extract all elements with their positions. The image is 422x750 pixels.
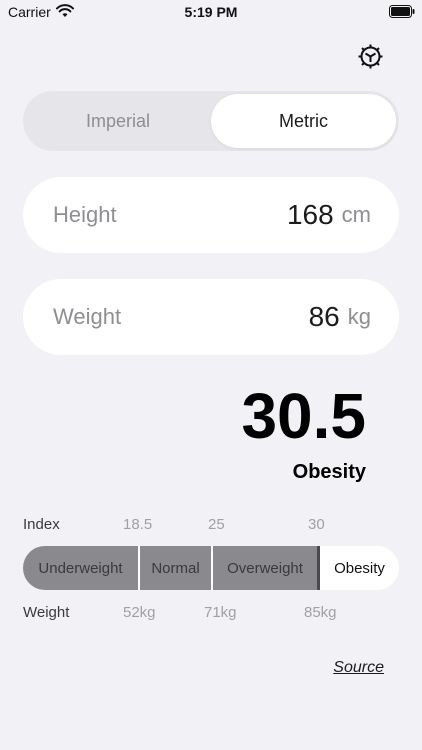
unit-segmented-control: Imperial Metric bbox=[23, 91, 399, 151]
weight-unit: kg bbox=[347, 304, 371, 329]
height-unit: cm bbox=[341, 202, 371, 227]
weight-value: 86 bbox=[308, 301, 340, 332]
index-tick: 30 bbox=[308, 516, 325, 533]
scale-segment-normal: Normal bbox=[140, 546, 211, 590]
weight-tick: 85kg bbox=[304, 604, 337, 621]
weight-row-label: Weight bbox=[23, 604, 70, 621]
height-value-group: 168 cm bbox=[287, 177, 371, 253]
index-row-label: Index bbox=[23, 516, 60, 533]
weight-label: Weight bbox=[53, 304, 122, 329]
bmi-category: Obesity bbox=[292, 461, 366, 483]
source-link[interactable]: Source bbox=[333, 659, 384, 677]
status-bar: Carrier 5:19 PM bbox=[0, 0, 422, 24]
scale-segment-overweight: Overweight bbox=[213, 546, 317, 590]
height-value: 168 bbox=[286, 199, 334, 230]
weight-value-group: 86 kg bbox=[309, 279, 371, 355]
scale-segment-underweight: Underweight bbox=[23, 546, 138, 590]
settings-button[interactable] bbox=[357, 43, 384, 70]
scale-segment-obesity: Obesity bbox=[320, 546, 399, 590]
battery-icon bbox=[389, 5, 415, 23]
bmi-scale-bar: Underweight Normal Overweight Obesity bbox=[23, 546, 399, 590]
weight-tick: 71kg bbox=[204, 604, 237, 621]
status-time: 5:19 PM bbox=[184, 4, 238, 20]
bmi-value: 30.5 bbox=[241, 380, 366, 452]
segment-imperial[interactable]: Imperial bbox=[26, 94, 210, 148]
gear-icon bbox=[358, 44, 383, 69]
segment-metric[interactable]: Metric bbox=[211, 94, 396, 148]
index-tick: 18.5 bbox=[123, 516, 153, 533]
weight-field[interactable]: Weight 86 kg bbox=[23, 279, 399, 355]
height-label: Height bbox=[53, 202, 117, 227]
weight-tick: 52kg bbox=[123, 604, 156, 621]
height-field[interactable]: Height 168 cm bbox=[23, 177, 399, 253]
index-tick: 25 bbox=[208, 516, 225, 533]
